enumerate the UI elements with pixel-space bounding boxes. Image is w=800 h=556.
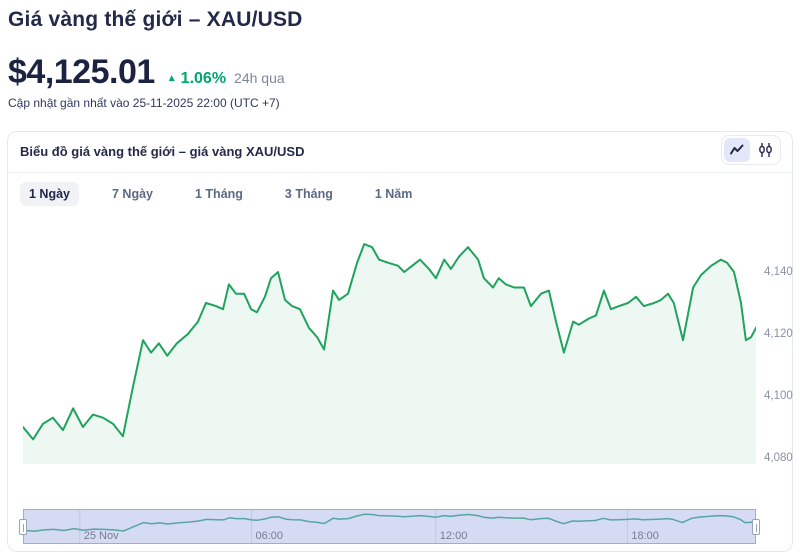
line-chart-icon — [729, 143, 745, 157]
y-tick-label: 4,100 — [764, 390, 793, 402]
chart-card: Biểu đồ giá vàng thế giới – giá vàng XAU… — [7, 131, 793, 552]
range-tabs: 1 Ngày 7 Ngày 1 Tháng 3 Tháng 1 Năm — [20, 182, 421, 206]
navigator-series — [24, 513, 755, 533]
price-change-badge: ▲ 1.06% — [167, 70, 226, 88]
card-divider — [8, 172, 792, 173]
gold-price-page: Giá vàng thế giới – XAU/USD $4,125.01 ▲ … — [0, 0, 800, 556]
tab-range-3-months[interactable]: 3 Tháng — [276, 182, 342, 206]
y-tick-label: 4,080 — [764, 452, 793, 464]
page-title: Giá vàng thế giới – XAU/USD — [8, 8, 303, 31]
tab-range-1-month[interactable]: 1 Tháng — [186, 182, 252, 206]
price-area-fill — [23, 244, 756, 464]
candlestick-icon — [758, 142, 773, 158]
navigator-gridlines — [79, 510, 628, 543]
nav-handle-left[interactable] — [19, 519, 27, 535]
nav-handle-right[interactable] — [752, 519, 760, 535]
nav-tick-label: 18:00 — [631, 530, 659, 542]
current-price: $4,125.01 — [8, 53, 155, 91]
change-period: 24h qua — [234, 70, 285, 86]
y-tick-label: 4,120 — [764, 328, 793, 340]
nav-tick-label: 06:00 — [255, 530, 284, 542]
line-chart-button[interactable] — [724, 138, 750, 162]
change-percent: 1.06% — [180, 70, 227, 87]
main-chart[interactable] — [23, 236, 756, 464]
up-arrow-icon: ▲ — [166, 73, 177, 84]
nav-tick-label: 25 Nov — [83, 530, 119, 542]
tab-range-1-day[interactable]: 1 Ngày — [20, 182, 79, 206]
chart-card-title: Biểu đồ giá vàng thế giới – giá vàng XAU… — [20, 144, 305, 159]
tab-range-7-days[interactable]: 7 Ngày — [103, 182, 162, 206]
y-tick-label: 4,140 — [764, 266, 793, 278]
nav-tick-label: 12:00 — [439, 530, 468, 542]
y-axis-labels: 4,140 4,120 4,100 4,080 — [764, 236, 800, 464]
chart-type-toggle — [721, 135, 781, 165]
last-updated: Cập nhật gần nhất vào 25-11-2025 22:00 (… — [8, 96, 280, 110]
price-row: $4,125.01 ▲ 1.06% 24h qua — [8, 53, 285, 92]
navigator[interactable]: 25 Nov 06:00 12:00 18:00 — [19, 509, 760, 544]
tab-range-1-year[interactable]: 1 Năm — [366, 182, 422, 206]
candlestick-button[interactable] — [752, 138, 778, 162]
